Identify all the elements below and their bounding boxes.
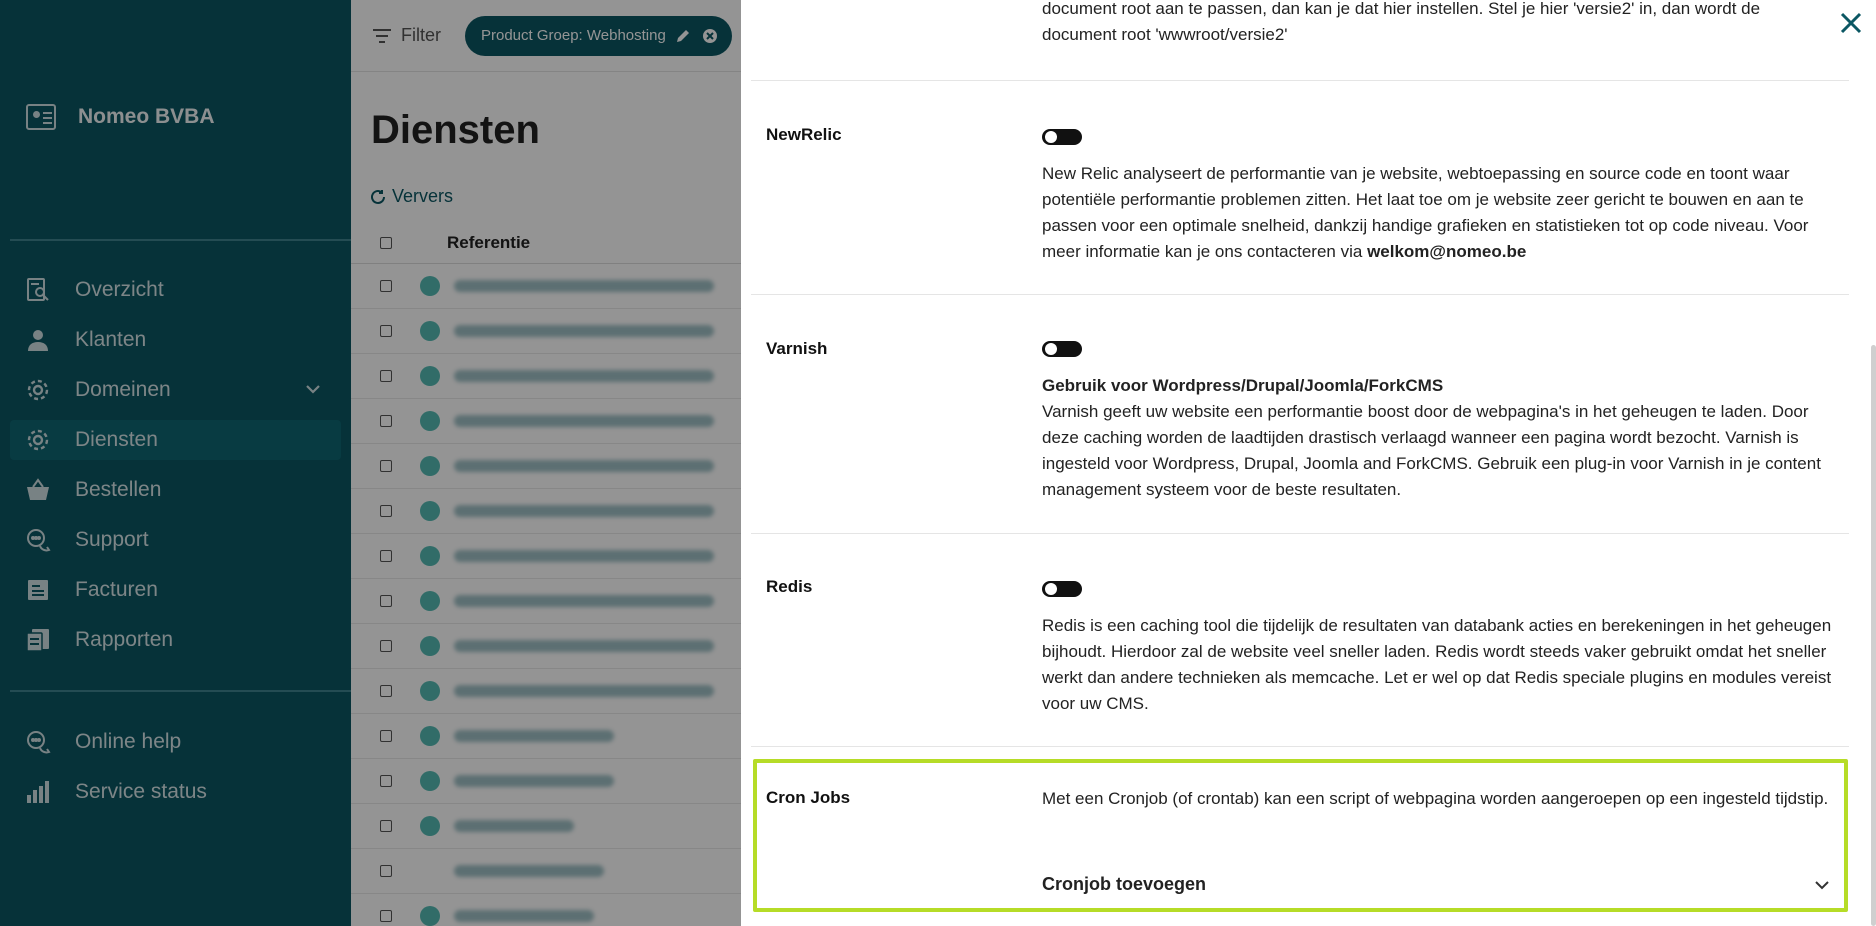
varnish-subtitle: Gebruik voor Wordpress/Drupal/Joomla/For… (1042, 376, 1444, 395)
chevron-down-icon[interactable] (1812, 875, 1832, 895)
cron-jobs-title: Cron Jobs (766, 788, 851, 807)
newrelic-description: New Relic analyseert de performantie van… (1042, 161, 1832, 265)
add-cronjob-label: Cronjob toevoegen (1042, 874, 1207, 894)
newrelic-toggle[interactable] (1042, 129, 1082, 145)
contact-email-link[interactable]: welkom@nomeo.be (1367, 242, 1526, 261)
drawer-scrollbar[interactable] (1871, 345, 1876, 926)
redis-toggle[interactable] (1042, 581, 1082, 597)
document-root-text: document root aan te passen, dan kan je … (1042, 0, 1761, 44)
document-root-section: document root aan te passen, dan kan je … (751, 0, 1849, 81)
redis-description: Redis is een caching tool die tijdelijk … (1042, 616, 1832, 713)
varnish-title: Varnish (766, 339, 828, 358)
varnish-body: Gebruik voor Wordpress/Drupal/Joomla/For… (1042, 341, 1832, 503)
redis-body: Redis is een caching tool die tijdelijk … (1042, 581, 1832, 717)
service-options-drawer: document root aan te passen, dan kan je … (741, 0, 1876, 926)
redis-section: Redis Redis is een caching tool die tijd… (751, 534, 1849, 747)
add-cronjob-expander[interactable]: Cronjob toevoegen (1042, 874, 1832, 895)
newrelic-title: NewRelic (766, 125, 842, 144)
newrelic-body: New Relic analyseert de performantie van… (1042, 129, 1832, 265)
varnish-description: Varnish geeft uw website een performanti… (1042, 402, 1821, 499)
newrelic-section: NewRelic New Relic analyseert de perform… (751, 81, 1849, 295)
varnish-section: Varnish Gebruik voor Wordpress/Drupal/Jo… (751, 295, 1849, 534)
cron-jobs-description: Met een Cronjob (of crontab) kan een scr… (1042, 789, 1829, 808)
redis-title: Redis (766, 577, 813, 596)
varnish-toggle[interactable] (1042, 341, 1082, 357)
